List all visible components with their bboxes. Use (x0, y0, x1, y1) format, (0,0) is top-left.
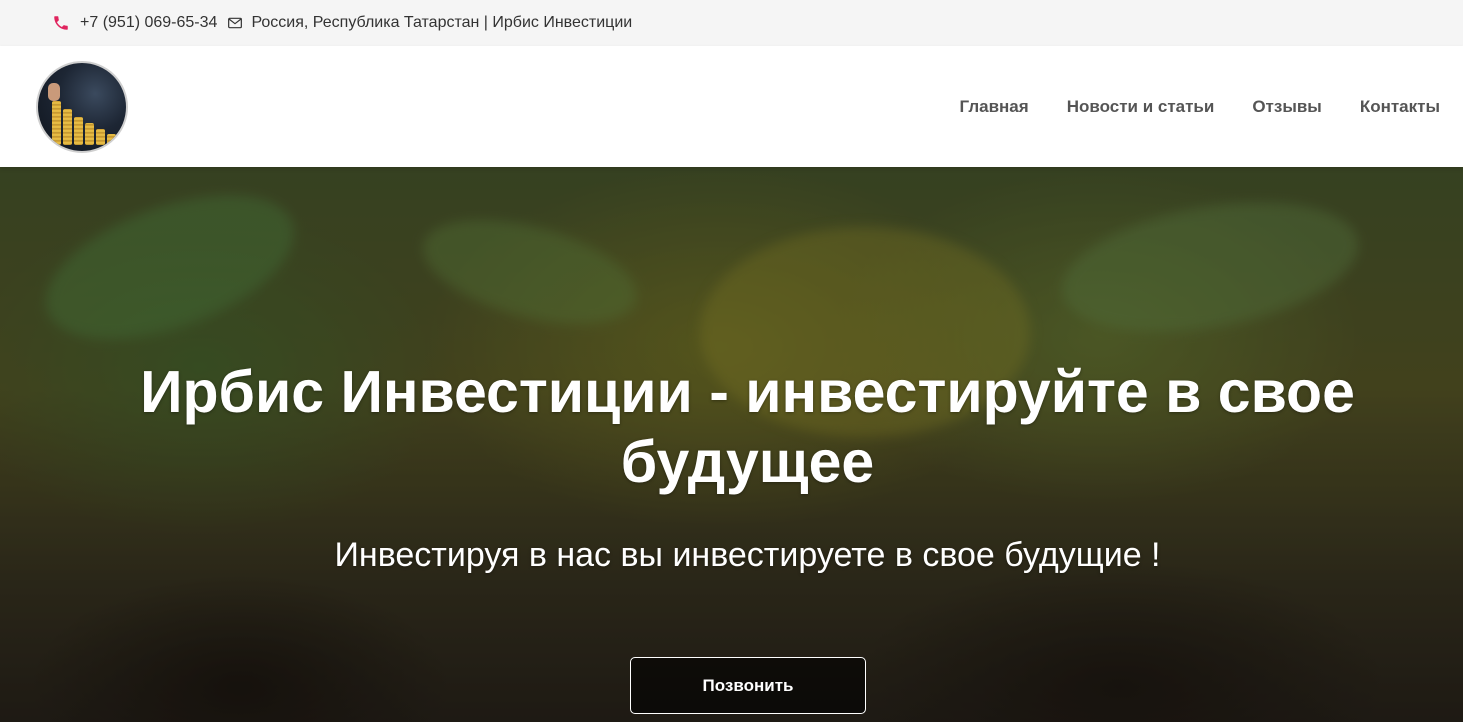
logo-coin-stack (63, 108, 72, 145)
hero-section: Ирбис Инвестиции - инвестируйте в свое б… (0, 167, 1463, 722)
hero-subtitle: Инвестируя в нас вы инвестируете в свое … (334, 536, 1161, 574)
nav-item-contacts[interactable]: Контакты (1360, 97, 1440, 117)
logo-coin-stack (85, 122, 94, 145)
logo-coin-stack (96, 128, 105, 145)
address-text: Россия, Республика Татарстан | Ирбис Инв… (251, 14, 633, 31)
phone-number[interactable]: +7 (951) 069-65-34 (80, 14, 217, 32)
nav-item-reviews[interactable]: Отзывы (1252, 97, 1322, 117)
hero-content: Ирбис Инвестиции - инвестируйте в свое б… (0, 167, 1463, 722)
site-header: Главная Новости и статьи Отзывы Контакты (0, 46, 1463, 167)
logo-coin-stack (74, 116, 83, 145)
call-button[interactable]: Позвонить (630, 657, 866, 714)
main-nav: Главная Новости и статьи Отзывы Контакты (960, 97, 1440, 117)
hero-title: Ирбис Инвестиции - инвестируйте в свое б… (140, 359, 1355, 495)
logo-hand-shape (48, 82, 60, 101)
site-logo[interactable] (36, 60, 128, 153)
logo-coin-stack (52, 100, 61, 145)
nav-item-news[interactable]: Новости и статьи (1067, 97, 1215, 117)
nav-item-home[interactable]: Главная (960, 97, 1029, 117)
mail-icon (227, 15, 243, 31)
logo-coin-stack (107, 133, 116, 145)
phone-icon (52, 14, 70, 32)
top-info-bar: +7 (951) 069-65-34 Россия, Республика Та… (0, 0, 1463, 46)
